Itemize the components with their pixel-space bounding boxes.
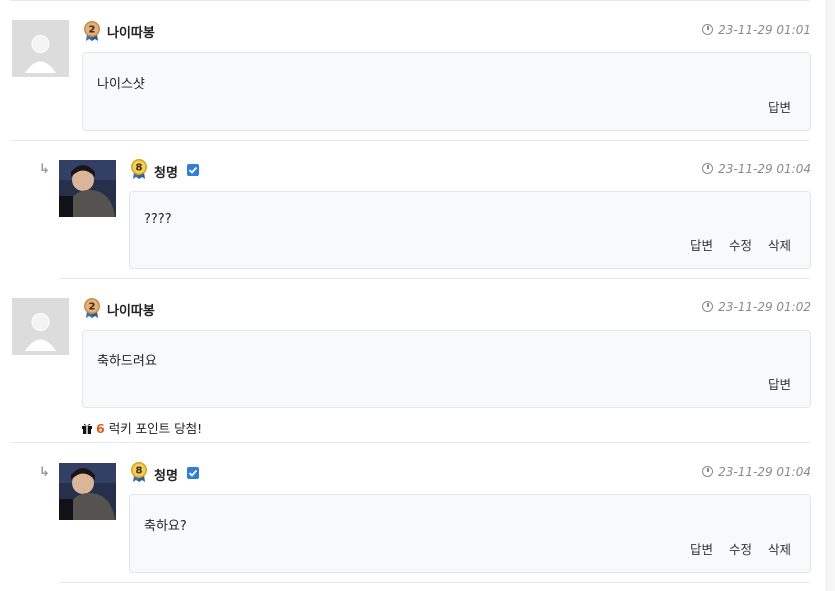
comment-time: 23-11-29 01:01 — [702, 23, 811, 37]
level-badge-icon: 8 — [130, 158, 148, 180]
svg-text:8: 8 — [136, 163, 143, 174]
comment-body-box: ???? 답변 수정 삭제 — [129, 191, 811, 269]
divider — [10, 442, 810, 443]
delete-button[interactable]: 삭제 — [768, 542, 791, 557]
svg-text:2: 2 — [89, 302, 96, 313]
comment-actions: 답변 수정 삭제 — [678, 539, 791, 558]
clock-icon — [702, 24, 714, 35]
comment-actions: 답변 수정 삭제 — [678, 235, 791, 254]
divider — [10, 140, 810, 141]
lucky-text: 럭키 포인트 당첨! — [108, 421, 203, 436]
reply-arrow-icon: ↳ — [39, 162, 50, 177]
divider — [10, 0, 810, 1]
level-badge-icon: 8 — [130, 461, 148, 483]
default-avatar-icon[interactable] — [12, 298, 69, 355]
lucky-point-notice: 6 럭키 포인트 당첨! — [81, 418, 202, 437]
comment-author[interactable]: 나이따봉 — [107, 22, 155, 41]
avatar[interactable] — [59, 160, 116, 217]
comment-body-box: 축하요? 답변 수정 삭제 — [129, 494, 811, 573]
svg-text:8: 8 — [136, 466, 143, 477]
comment-body-box: 축하드려요 답변 — [82, 330, 811, 408]
divider — [59, 582, 810, 583]
verified-check-icon — [187, 164, 199, 176]
comment-actions: 답변 — [756, 97, 791, 116]
comment-body: ???? — [144, 212, 172, 227]
reply-arrow-icon: ↳ — [39, 465, 50, 480]
comment-author[interactable]: 청명 — [154, 162, 178, 181]
default-avatar-icon[interactable] — [12, 20, 69, 77]
comment-author[interactable]: 나이따봉 — [107, 300, 155, 319]
avatar[interactable] — [59, 463, 116, 520]
edit-button[interactable]: 수정 — [729, 542, 752, 557]
clock-icon — [702, 466, 714, 477]
gift-icon — [81, 422, 93, 437]
comment-time: 23-11-29 01:04 — [702, 162, 811, 176]
clock-icon — [702, 301, 714, 312]
edit-button[interactable]: 수정 — [729, 238, 752, 253]
comment-body: 축하드려요 — [97, 354, 157, 369]
clock-icon — [702, 163, 714, 174]
comment-time: 23-11-29 01:04 — [702, 465, 811, 479]
divider — [59, 278, 810, 279]
reply-button[interactable]: 답변 — [768, 377, 791, 392]
scrollbar[interactable] — [826, 0, 835, 591]
comment-body: 나이스샷 — [97, 77, 145, 92]
comment-body-box: 나이스샷 답변 — [82, 52, 811, 131]
level-badge-icon: 2 — [83, 20, 101, 42]
comment-author[interactable]: 청명 — [154, 465, 178, 484]
level-badge-icon: 2 — [83, 297, 101, 319]
verified-check-icon — [187, 467, 199, 479]
comment-time: 23-11-29 01:02 — [702, 300, 811, 314]
lucky-points: 6 — [96, 421, 105, 436]
comment-actions: 답변 — [756, 374, 791, 393]
comment-body: 축하요? — [144, 519, 187, 534]
reply-button[interactable]: 답변 — [690, 238, 713, 253]
delete-button[interactable]: 삭제 — [768, 238, 791, 253]
reply-button[interactable]: 답변 — [690, 542, 713, 557]
reply-button[interactable]: 답변 — [768, 100, 791, 115]
svg-text:2: 2 — [89, 25, 96, 36]
